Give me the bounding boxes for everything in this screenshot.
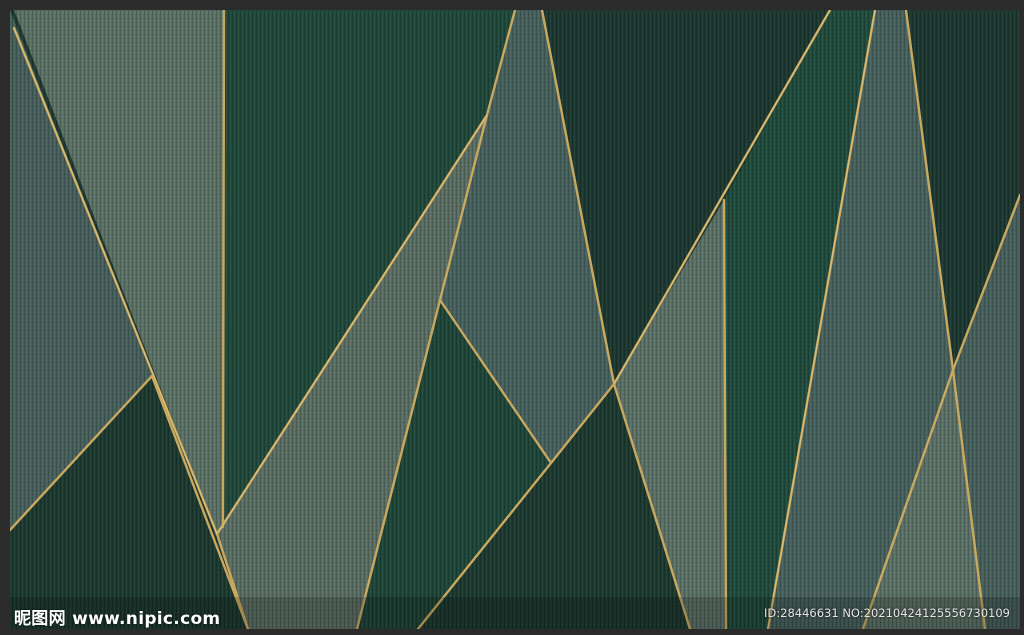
image-id-watermark: ID:28446631 NO:20210424125556730109: [764, 606, 1010, 620]
geometric-panel-artwork: [0, 0, 1024, 635]
nipic-watermark: 昵图网 www.nipic.com: [14, 609, 221, 629]
fabric-texture: [10, 10, 1020, 629]
